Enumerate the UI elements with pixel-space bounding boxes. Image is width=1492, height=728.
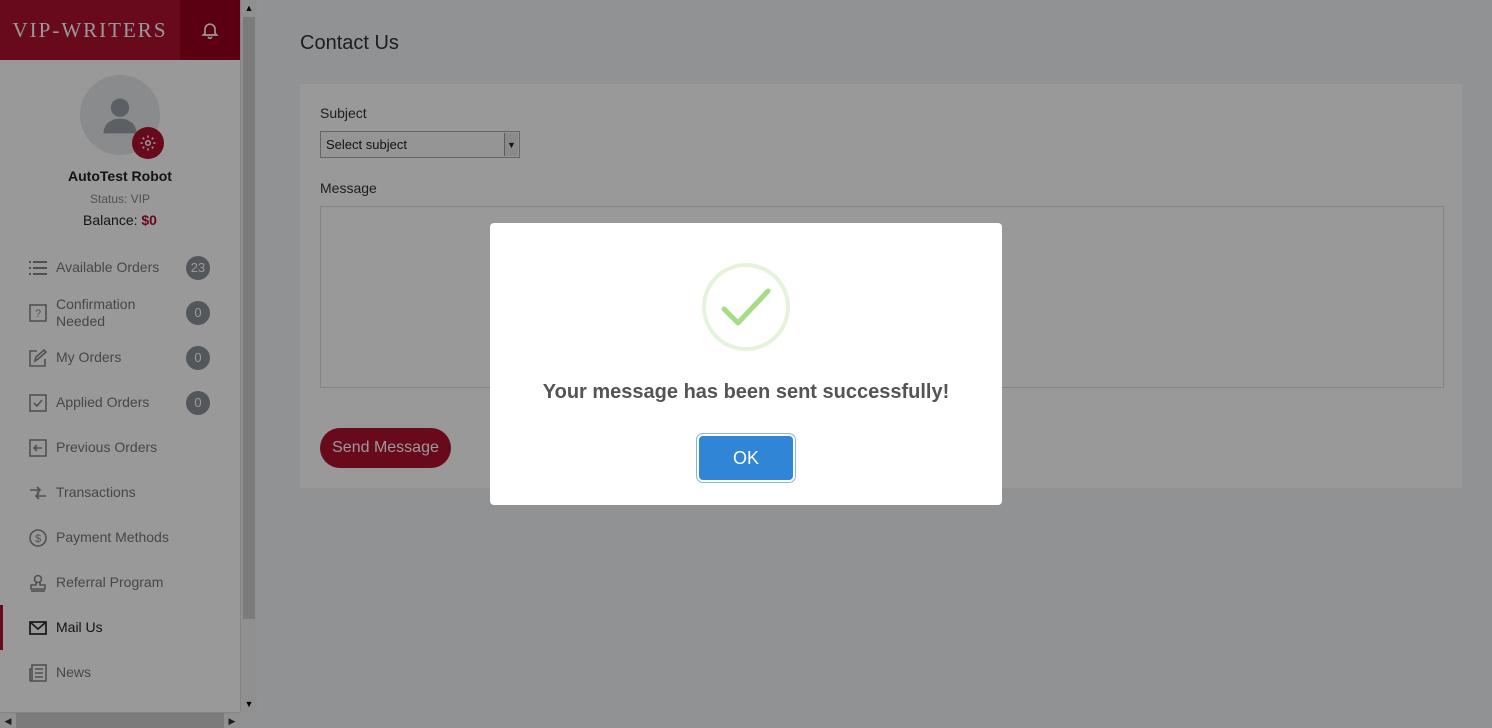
ok-button[interactable]: OK xyxy=(699,436,793,480)
dialog-message: Your message has been sent successfully! xyxy=(542,381,950,403)
success-check-icon xyxy=(702,263,790,351)
success-dialog: Your message has been sent successfully!… xyxy=(490,223,1002,505)
